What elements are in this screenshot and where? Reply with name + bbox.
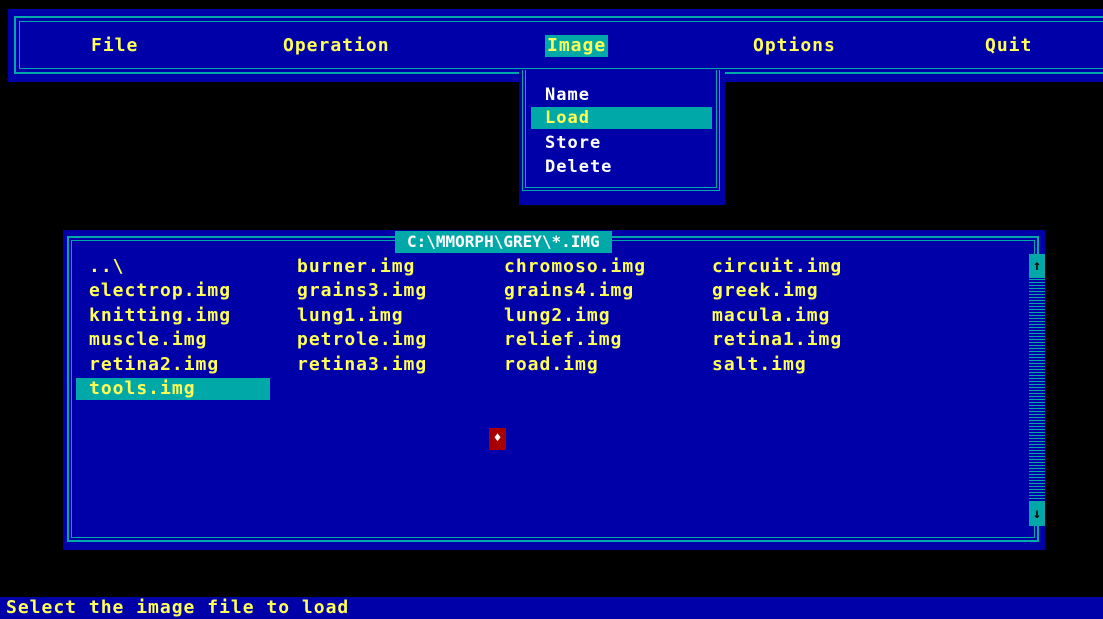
- file-list-item[interactable]: chromoso.img: [491, 256, 685, 278]
- menu-options[interactable]: Options: [751, 35, 838, 57]
- file-list-item[interactable]: retina3.img: [284, 354, 478, 376]
- file-list-item[interactable]: electrop.img: [76, 280, 270, 302]
- vertical-scrollbar[interactable]: ↑ ↓: [1029, 254, 1045, 526]
- file-list-item[interactable]: knitting.img: [76, 305, 270, 327]
- file-list-item[interactable]: retina2.img: [76, 354, 270, 376]
- image-dropdown-menu: Name Load Store Delete: [519, 70, 725, 205]
- file-list-item[interactable]: macula.img: [699, 305, 893, 327]
- file-list-item[interactable]: relief.img: [491, 329, 685, 351]
- arrow-up-icon[interactable]: ↑: [1029, 254, 1045, 278]
- file-list-item[interactable]: ..\: [76, 256, 270, 278]
- menu-quit[interactable]: Quit: [983, 35, 1034, 57]
- file-list-item[interactable]: greek.img: [699, 280, 893, 302]
- dialog-path-title: C:\MMORPH\GREY\*.IMG: [395, 231, 612, 253]
- menu-operation[interactable]: Operation: [281, 35, 392, 57]
- file-list-item[interactable]: grains4.img: [491, 280, 685, 302]
- arrow-down-icon[interactable]: ↓: [1029, 502, 1045, 526]
- menu-image[interactable]: Image: [545, 35, 609, 57]
- menu-item-delete[interactable]: Delete: [531, 156, 712, 178]
- mouse-cursor: ♦: [489, 428, 506, 450]
- file-list-item[interactable]: muscle.img: [76, 329, 270, 351]
- file-list-item[interactable]: lung1.img: [284, 305, 478, 327]
- menu-item-load[interactable]: Load: [531, 107, 712, 129]
- menu-item-name[interactable]: Name: [531, 84, 712, 106]
- status-bar: Select the image file to load: [0, 597, 1103, 619]
- menu-file[interactable]: File: [89, 35, 140, 57]
- file-list-item[interactable]: petrole.img: [284, 329, 478, 351]
- file-list-item[interactable]: road.img: [491, 354, 685, 376]
- file-list-item[interactable]: tools.img: [76, 378, 270, 400]
- file-list-item[interactable]: grains3.img: [284, 280, 478, 302]
- file-list-item[interactable]: lung2.img: [491, 305, 685, 327]
- diamond-icon: ♦: [493, 431, 502, 446]
- file-list-item[interactable]: salt.img: [699, 354, 893, 376]
- file-list-item[interactable]: burner.img: [284, 256, 478, 278]
- menu-item-store[interactable]: Store: [531, 132, 712, 154]
- file-list-item[interactable]: retina1.img: [699, 329, 893, 351]
- file-list-item[interactable]: circuit.img: [699, 256, 893, 278]
- file-load-dialog: C:\MMORPH\GREY\*.IMG ..\ burner.img chromo…: [63, 230, 1045, 550]
